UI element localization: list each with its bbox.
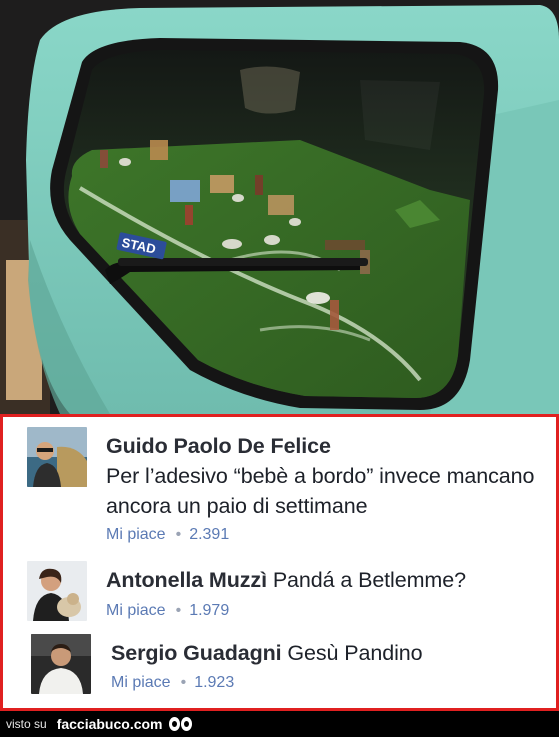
like-link[interactable]: Mi piace bbox=[106, 602, 166, 619]
comment-author[interactable]: Guido Paolo De Felice bbox=[106, 434, 331, 458]
car-nativity-photo: STAD bbox=[0, 0, 559, 414]
avatar[interactable] bbox=[27, 561, 87, 621]
watermark-footer: visto su facciabuco.com bbox=[0, 711, 559, 737]
eye-icon bbox=[180, 717, 192, 731]
eye-icon bbox=[168, 717, 180, 731]
like-link[interactable]: Mi piace bbox=[106, 526, 166, 543]
seen-on-label: visto su bbox=[6, 717, 47, 731]
comment-author[interactable]: Antonella Muzzì bbox=[106, 568, 267, 592]
separator-dot: • bbox=[180, 674, 187, 691]
comment-text: Gesù Pandino bbox=[287, 641, 423, 665]
eyes-icon bbox=[168, 717, 192, 731]
comment-text: Pandá a Betlemme? bbox=[272, 568, 466, 592]
comments-panel: Guido Paolo De Felice Per l’adesivo “beb… bbox=[0, 414, 559, 711]
avatar[interactable] bbox=[27, 427, 87, 487]
separator-dot: • bbox=[175, 526, 182, 543]
profile-picture-icon bbox=[27, 427, 87, 487]
like-count: 1.979 bbox=[189, 602, 230, 619]
like-count: 2.391 bbox=[189, 526, 230, 543]
brand-link[interactable]: facciabuco.com bbox=[57, 716, 163, 732]
separator-dot: • bbox=[175, 602, 182, 619]
comment-author[interactable]: Sergio Guadagni bbox=[111, 641, 282, 665]
profile-picture-icon bbox=[31, 634, 91, 694]
like-link[interactable]: Mi piace bbox=[111, 674, 171, 691]
like-count: 1.923 bbox=[194, 674, 235, 691]
profile-picture-icon bbox=[27, 561, 87, 621]
post-photo[interactable]: STAD bbox=[0, 0, 559, 414]
comment-text: Per l’adesivo “bebè a bordo” invece manc… bbox=[106, 464, 535, 518]
avatar[interactable] bbox=[31, 634, 91, 694]
